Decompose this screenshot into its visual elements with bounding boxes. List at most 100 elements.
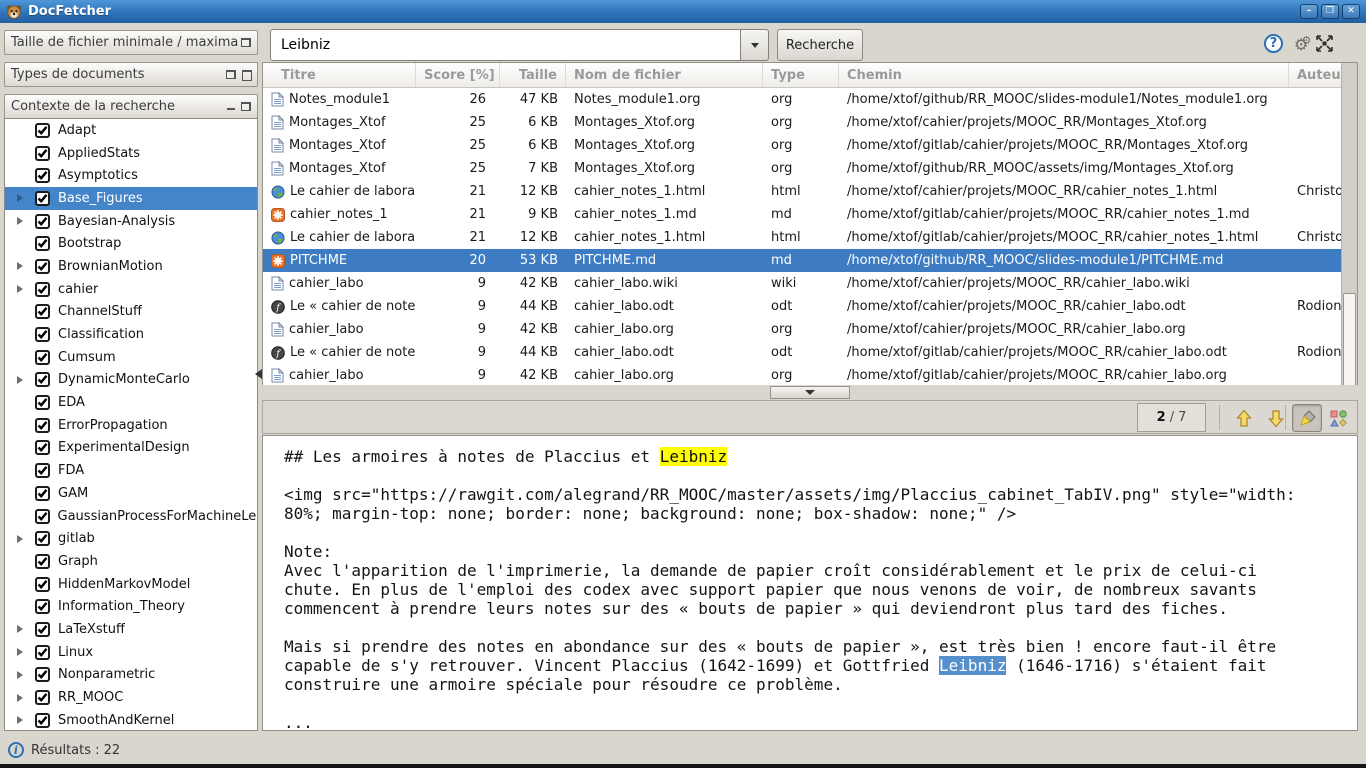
table-row[interactable]: cahier_notes_1219 KBcahier_notes_1.mdmd/…	[263, 203, 1341, 226]
expand-arrow-icon[interactable]	[13, 262, 27, 270]
column-header-score[interactable]: Score [%]	[416, 63, 500, 87]
checkbox[interactable]	[35, 713, 50, 728]
collapse-sidebar-arrow-icon[interactable]	[255, 369, 262, 379]
tree-item-ErrorPropagation[interactable]: ErrorPropagation	[5, 414, 257, 437]
expand-arrow-icon[interactable]	[13, 535, 27, 543]
checkbox[interactable]	[35, 282, 50, 297]
restore-panel-icon[interactable]	[241, 38, 251, 47]
checkbox[interactable]	[35, 372, 50, 387]
restore-button[interactable]: ❐	[1321, 4, 1339, 19]
expand-arrow-icon[interactable]	[13, 648, 27, 656]
tree-item-HiddenMarkovModel[interactable]: HiddenMarkovModel	[5, 573, 257, 596]
preview-pane[interactable]: ## Les armoires à notes de Placcius et L…	[262, 435, 1358, 731]
expand-arrow-icon[interactable]	[13, 217, 27, 225]
scrollbar-thumb[interactable]	[1343, 293, 1356, 396]
checkbox[interactable]	[35, 168, 50, 183]
table-row[interactable]: cahier_labo942 KBcahier_labo.orgorg/home…	[263, 318, 1341, 341]
doctypes-panel-header[interactable]: Types de documents	[4, 62, 258, 87]
tree-item-EDA[interactable]: EDA	[5, 391, 257, 414]
checkbox[interactable]	[35, 304, 50, 319]
checkbox[interactable]	[35, 123, 50, 138]
restore-panel-icon[interactable]	[226, 70, 236, 79]
tree-item-Nonparametric[interactable]: Nonparametric	[5, 664, 257, 687]
column-header-nom[interactable]: Nom de fichier	[566, 63, 763, 87]
close-button[interactable]: ✕	[1342, 4, 1360, 19]
checkbox[interactable]	[35, 463, 50, 478]
tree-item-ExperimentalDesign[interactable]: ExperimentalDesign	[5, 437, 257, 460]
checkbox[interactable]	[35, 577, 50, 592]
minimize-button[interactable]: –	[1300, 4, 1318, 19]
tree-item-Graph[interactable]: Graph	[5, 550, 257, 573]
checkbox[interactable]	[35, 554, 50, 569]
checkbox[interactable]	[35, 236, 50, 251]
filesize-panel-header[interactable]: Taille de fichier minimale / maxima	[4, 30, 258, 55]
checkbox[interactable]	[35, 690, 50, 705]
table-row[interactable]: fLe « cahier de note944 KBcahier_labo.od…	[263, 341, 1341, 364]
checkbox[interactable]	[35, 440, 50, 455]
tree-item-RR_MOOC[interactable]: RR_MOOC	[5, 686, 257, 709]
table-row[interactable]: fLe « cahier de note944 KBcahier_labo.od…	[263, 295, 1341, 318]
highlight-toggle-button[interactable]	[1292, 404, 1322, 432]
checkbox[interactable]	[35, 146, 50, 161]
restore-panel-icon[interactable]	[241, 102, 251, 111]
minimize-to-tray-icon[interactable]	[1315, 34, 1334, 53]
table-row[interactable]: cahier_labo942 KBcahier_labo.orgorg/home…	[263, 364, 1341, 387]
table-row[interactable]: Notes_module12647 KBNotes_module1.orgorg…	[263, 88, 1341, 111]
table-row[interactable]: Montages_Xtof256 KBMontages_Xtof.orgorg/…	[263, 111, 1341, 134]
checkbox[interactable]	[35, 531, 50, 546]
table-preview-sash[interactable]	[262, 385, 1358, 400]
tree-item-SmoothAndKernel[interactable]: SmoothAndKernel	[5, 709, 257, 731]
expand-arrow-icon[interactable]	[13, 625, 27, 633]
column-header-taille[interactable]: Taille	[500, 63, 566, 87]
table-row[interactable]: PITCHME2053 KBPITCHME.mdmd/home/xtof/git…	[263, 249, 1341, 272]
search-input[interactable]	[270, 29, 741, 61]
checkbox[interactable]	[35, 214, 50, 229]
tree-item-GaussianProcessForMachineLea[interactable]: GaussianProcessForMachineLea	[5, 505, 257, 528]
expand-arrow-icon[interactable]	[13, 716, 27, 724]
checkbox[interactable]	[35, 191, 50, 206]
previous-match-button[interactable]	[1231, 404, 1257, 432]
preferences-gear-icon[interactable]: ⚙⚙	[1294, 35, 1304, 53]
tree-item-GAM[interactable]: GAM	[5, 482, 257, 505]
table-row[interactable]: cahier_labo942 KBcahier_labo.wikiwiki/ho…	[263, 272, 1341, 295]
tree-item-ChannelStuff[interactable]: ChannelStuff	[5, 301, 257, 324]
expand-arrow-icon[interactable]	[13, 376, 27, 384]
checkbox[interactable]	[35, 259, 50, 274]
column-header-auteurs[interactable]: Auteurs	[1289, 63, 1341, 87]
checkbox[interactable]	[35, 327, 50, 342]
checkbox[interactable]	[35, 509, 50, 524]
tree-item-AppliedStats[interactable]: AppliedStats	[5, 142, 257, 165]
help-icon[interactable]: ?	[1264, 34, 1283, 53]
table-row[interactable]: Montages_Xtof256 KBMontages_Xtof.orgorg/…	[263, 134, 1341, 157]
tree-item-DynamicMonteCarlo[interactable]: DynamicMonteCarlo	[5, 369, 257, 392]
checkbox[interactable]	[35, 418, 50, 433]
search-button[interactable]: Recherche	[777, 29, 863, 61]
minimize-panel-icon[interactable]	[226, 102, 236, 111]
tree-item-Cumsum[interactable]: Cumsum	[5, 346, 257, 369]
expand-arrow-icon[interactable]	[13, 194, 27, 202]
expand-arrow-icon[interactable]	[13, 694, 27, 702]
tree-item-Base_Figures[interactable]: Base_Figures	[5, 187, 257, 210]
tree-item-gitlab[interactable]: gitlab	[5, 527, 257, 550]
scope-panel-header[interactable]: Contexte de la recherche	[4, 94, 258, 119]
column-header-chemin[interactable]: Chemin	[839, 63, 1289, 87]
table-row[interactable]: Le cahier de labora2112 KBcahier_notes_1…	[263, 226, 1341, 249]
tree-item-BrownianMotion[interactable]: BrownianMotion	[5, 255, 257, 278]
search-history-dropdown[interactable]	[741, 29, 769, 61]
table-row[interactable]: Montages_Xtof257 KBMontages_Xtof.orgorg/…	[263, 157, 1341, 180]
tree-item-Classification[interactable]: Classification	[5, 323, 257, 346]
expand-arrow-icon[interactable]	[13, 285, 27, 293]
checkbox[interactable]	[35, 350, 50, 365]
tree-item-LaTeXstuff[interactable]: LaTeXstuff	[5, 618, 257, 641]
tree-item-cahier[interactable]: cahier	[5, 278, 257, 301]
tree-item-Linux[interactable]: Linux	[5, 641, 257, 664]
tree-item-Bootstrap[interactable]: Bootstrap	[5, 232, 257, 255]
tree-item-Adapt[interactable]: Adapt	[5, 119, 257, 142]
column-header-titre[interactable]: Titre	[263, 63, 416, 87]
html-view-toggle-button[interactable]	[1325, 404, 1351, 432]
maximize-panel-icon[interactable]	[241, 70, 251, 79]
checkbox[interactable]	[35, 599, 50, 614]
tree-item-Asymptotics[interactable]: Asymptotics	[5, 164, 257, 187]
table-vertical-scrollbar[interactable]	[1341, 63, 1357, 398]
expand-arrow-icon[interactable]	[13, 671, 27, 679]
